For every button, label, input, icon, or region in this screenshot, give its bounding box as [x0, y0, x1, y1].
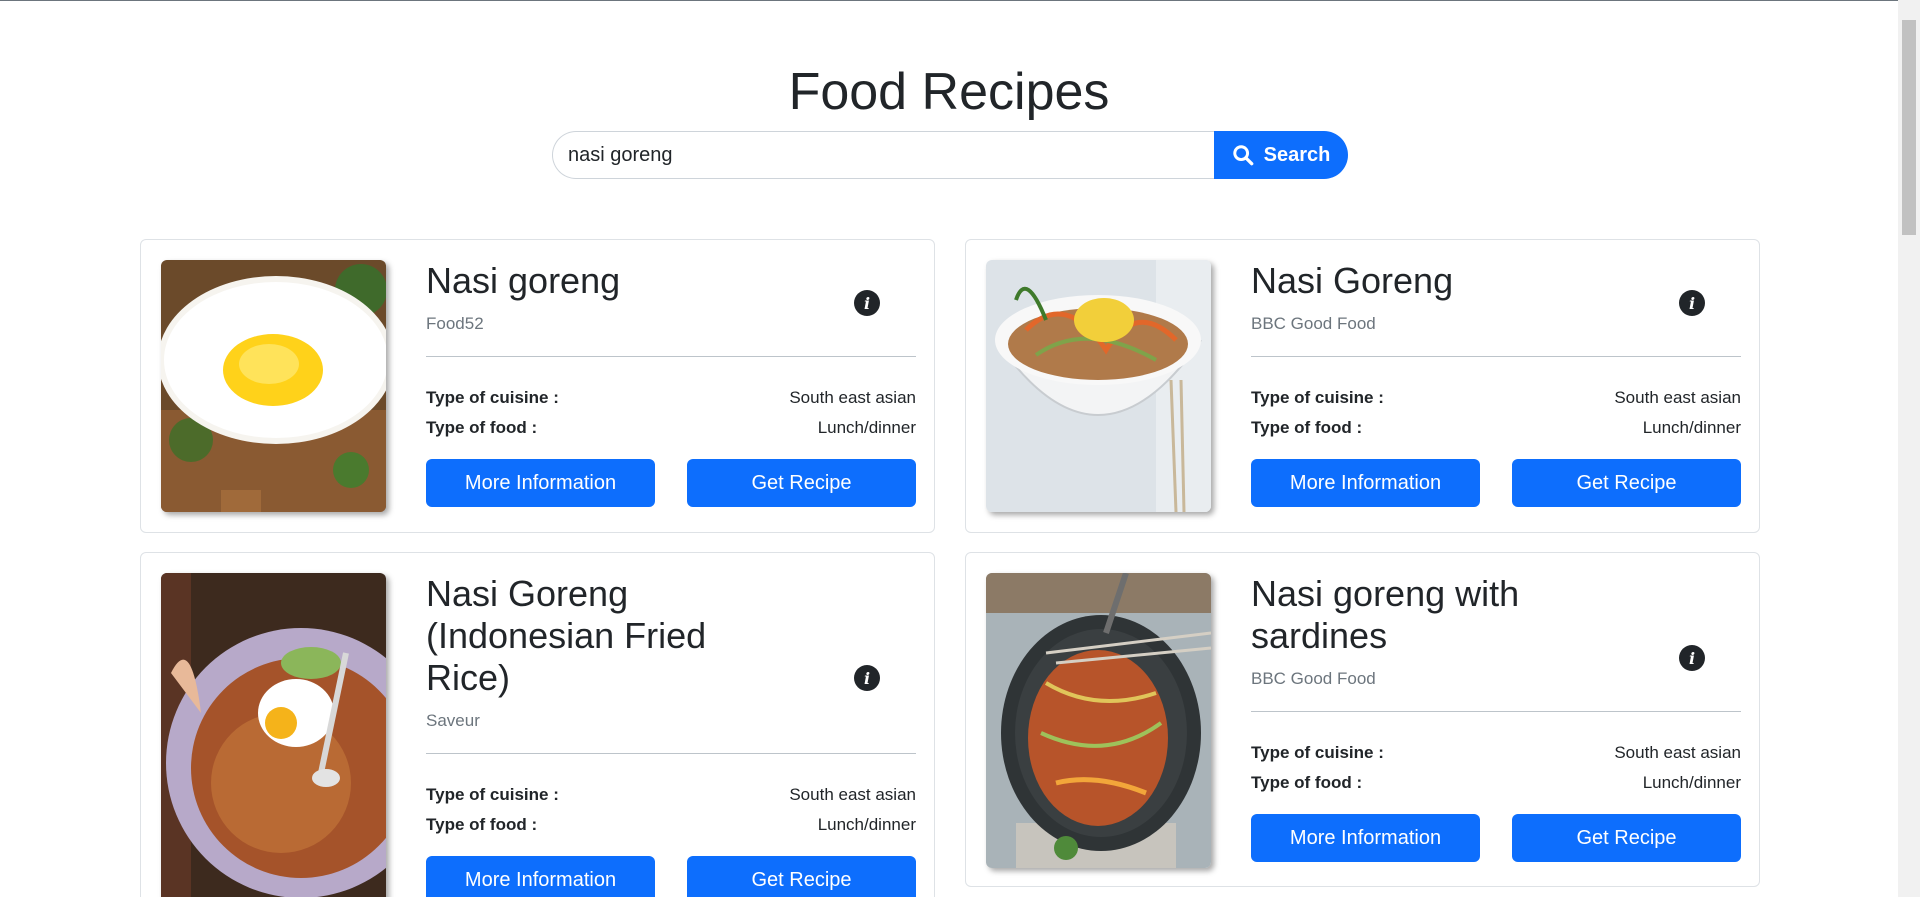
food-type-row: Type of food : Lunch/dinner: [426, 413, 916, 443]
cuisine-row: Type of cuisine : South east asian: [1251, 383, 1741, 413]
cuisine-value: South east asian: [1614, 743, 1741, 762]
scrollbar-thumb[interactable]: [1902, 20, 1916, 235]
recipe-actions: More Information Get Recipe: [1251, 814, 1741, 862]
recipe-meta: Type of cuisine : South east asian Type …: [426, 383, 916, 443]
get-recipe-button[interactable]: Get Recipe: [1512, 814, 1741, 862]
recipe-title: Nasi Goreng (Indonesian Fried Rice): [426, 573, 707, 698]
recipe-meta: Type of cuisine : South east asian Type …: [1251, 383, 1741, 443]
cuisine-value: South east asian: [789, 388, 916, 407]
food-type-row: Type of food : Lunch/dinner: [426, 810, 916, 840]
recipe-card: Nasi Goreng i BBC Good Food Type of cuis…: [965, 239, 1760, 533]
divider: [426, 356, 916, 357]
food-type-value: Lunch/dinner: [817, 418, 916, 437]
page-title: Food Recipes: [788, 63, 1110, 121]
cuisine-row: Type of cuisine : South east asian: [426, 383, 916, 413]
food-type-label: Type of food :: [426, 418, 538, 437]
food-type-label: Type of food :: [1251, 773, 1363, 792]
more-information-button[interactable]: More Information: [1251, 814, 1480, 862]
recipe-image: [986, 260, 1211, 512]
cuisine-label: Type of cuisine :: [1251, 388, 1384, 407]
recipe-title: Nasi goreng: [426, 260, 621, 301]
get-recipe-button[interactable]: Get Recipe: [687, 856, 916, 897]
info-icon[interactable]: i: [1679, 645, 1705, 671]
food-type-value: Lunch/dinner: [1642, 418, 1741, 437]
cuisine-row: Type of cuisine : South east asian: [1251, 738, 1741, 768]
food-type-label: Type of food :: [1251, 418, 1363, 437]
cuisine-label: Type of cuisine :: [426, 388, 559, 407]
recipe-meta: Type of cuisine : South east asian Type …: [426, 780, 916, 840]
recipe-card: Nasi Goreng (Indonesian Fried Rice) i Sa…: [140, 552, 935, 897]
recipe-title: Nasi goreng with sardines: [1251, 573, 1520, 656]
info-icon[interactable]: i: [854, 665, 880, 691]
food-type-value: Lunch/dinner: [817, 815, 916, 834]
food-type-row: Type of food : Lunch/dinner: [1251, 413, 1741, 443]
recipe-card: Nasi goreng i Food52 Type of cuisine : S…: [140, 239, 935, 533]
recipe-actions: More Information Get Recipe: [1251, 459, 1741, 507]
cuisine-label: Type of cuisine :: [1251, 743, 1384, 762]
cuisine-value: South east asian: [1614, 388, 1741, 407]
get-recipe-button[interactable]: Get Recipe: [1512, 459, 1741, 507]
recipe-title: Nasi Goreng: [1251, 260, 1454, 301]
recipe-card-body: Nasi Goreng i BBC Good Food Type of cuis…: [1251, 260, 1741, 507]
info-icon[interactable]: i: [1679, 290, 1705, 316]
recipe-card-body: Nasi Goreng (Indonesian Fried Rice) i Sa…: [426, 573, 916, 897]
search-button-label: Search: [1263, 143, 1331, 166]
window-top-border: [0, 0, 1920, 1]
recipe-source: BBC Good Food: [1251, 314, 1376, 333]
divider: [426, 753, 916, 754]
recipe-image: [986, 573, 1211, 868]
cuisine-value: South east asian: [789, 785, 916, 804]
search-icon: [1232, 145, 1253, 166]
cuisine-label: Type of cuisine :: [426, 785, 559, 804]
vertical-scrollbar[interactable]: [1898, 0, 1920, 897]
food-type-value: Lunch/dinner: [1642, 773, 1741, 792]
recipe-title-row: Nasi goreng with sardines i: [1251, 573, 1741, 671]
cuisine-row: Type of cuisine : South east asian: [426, 780, 916, 810]
get-recipe-button[interactable]: Get Recipe: [687, 459, 916, 507]
recipe-title-row: Nasi goreng i: [426, 260, 916, 316]
more-information-button[interactable]: More Information: [426, 856, 655, 897]
more-information-button[interactable]: More Information: [1251, 459, 1480, 507]
recipe-image: [161, 573, 386, 897]
more-information-button[interactable]: More Information: [426, 459, 655, 507]
recipe-title-row: Nasi Goreng i: [1251, 260, 1741, 316]
search-button[interactable]: Search: [1214, 131, 1348, 179]
recipe-card: Nasi goreng with sardines i BBC Good Foo…: [965, 552, 1760, 887]
search-input[interactable]: [552, 131, 1214, 179]
recipe-title-row: Nasi Goreng (Indonesian Fried Rice) i: [426, 573, 916, 699]
divider: [1251, 711, 1741, 712]
recipe-actions: More Information Get Recipe: [426, 459, 916, 507]
recipe-meta: Type of cuisine : South east asian Type …: [1251, 738, 1741, 798]
divider: [1251, 356, 1741, 357]
search-bar: Search: [552, 131, 1348, 179]
food-type-label: Type of food :: [426, 815, 538, 834]
info-icon[interactable]: i: [854, 290, 880, 316]
recipe-image: [161, 260, 386, 512]
recipe-actions: More Information Get Recipe: [426, 856, 916, 897]
recipe-card-body: Nasi goreng i Food52 Type of cuisine : S…: [426, 260, 916, 507]
recipe-source: BBC Good Food: [1251, 669, 1376, 688]
food-type-row: Type of food : Lunch/dinner: [1251, 768, 1741, 798]
recipe-source: Saveur: [426, 711, 480, 730]
recipe-source: Food52: [426, 314, 484, 333]
recipe-card-body: Nasi goreng with sardines i BBC Good Foo…: [1251, 573, 1741, 862]
